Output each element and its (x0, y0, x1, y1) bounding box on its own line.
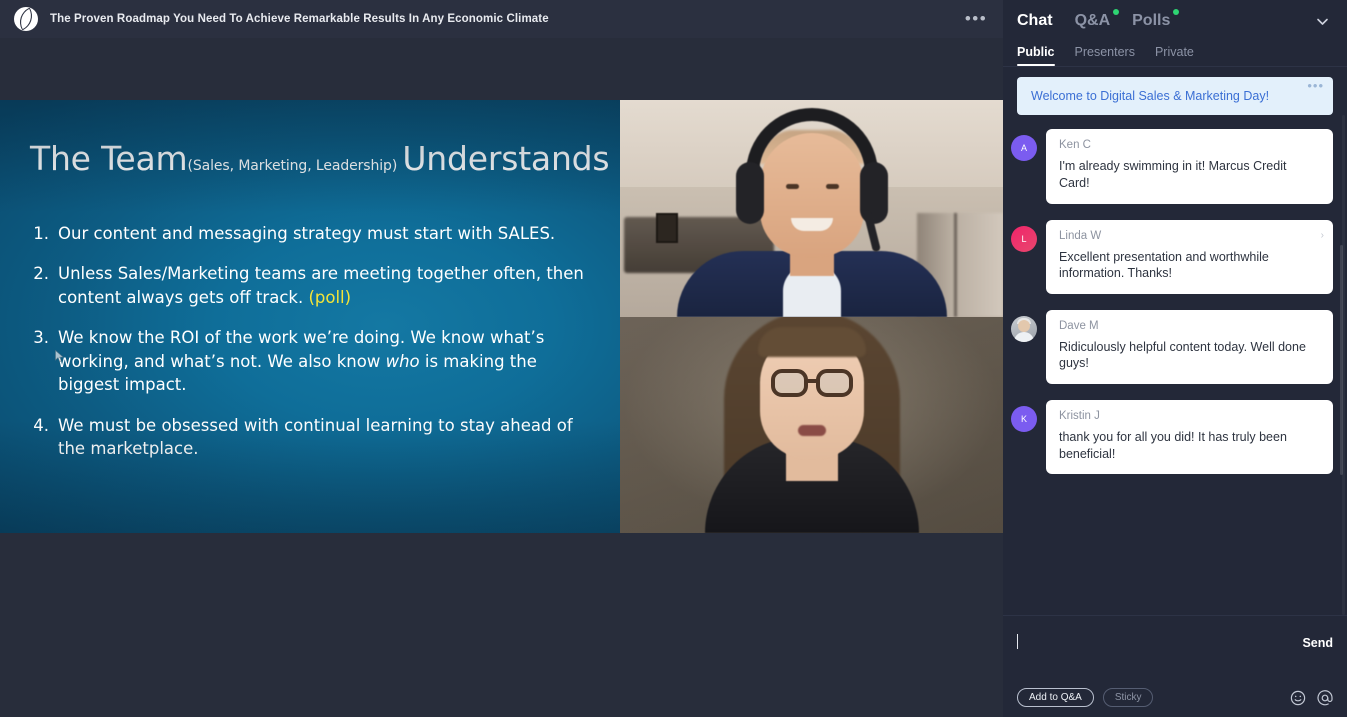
chat-composer: Send Add to Q&A Sticky (1003, 615, 1347, 717)
message-text: thank you for all you did! It has truly … (1059, 430, 1287, 461)
chat-panel: Chat Q&A Polls Public Presenters Private (1003, 0, 1347, 717)
chat-header: Chat Q&A Polls Public Presenters Private (1003, 0, 1347, 66)
sticky-message-menu-icon[interactable]: ••• (1307, 79, 1324, 92)
composer-actions: Add to Q&A Sticky (1017, 688, 1333, 707)
presenter-video-bottom[interactable] (620, 316, 1003, 533)
chat-message: A Ken C I'm already swimming in it! Marc… (1011, 129, 1333, 204)
avatar: A (1011, 135, 1037, 162)
video-door-edge (954, 212, 957, 317)
slide-bullet-text: Unless Sales/Marketing teams are meeting… (58, 262, 594, 309)
slide-bullet-list: 1. Our content and messaging strategy mu… (32, 222, 594, 477)
avatar-initial: K (1020, 414, 1027, 424)
tab-qa[interactable]: Q&A (1074, 9, 1120, 30)
message-bubble[interactable]: Ken C I'm already swimming in it! Marcus… (1046, 129, 1333, 204)
more-options-icon[interactable]: ••• (963, 6, 989, 32)
avatar-photo-head (1018, 319, 1030, 332)
slide-title: The Team(Sales, Marketing, Leadership) U… (30, 139, 610, 178)
message-author: Ken C (1059, 139, 1091, 152)
avatar (1011, 315, 1037, 342)
slide-bullet-3-emphasis: who (385, 351, 420, 371)
slide-title-part1: The Team (30, 139, 188, 178)
qa-notification-dot (1113, 9, 1120, 15)
glasses-lens-right (815, 368, 853, 397)
stage-body: The Team(Sales, Marketing, Leadership) U… (0, 100, 1003, 533)
avatar-photo-body (1014, 331, 1034, 342)
presenter-smile (790, 218, 833, 231)
slide-bullet-text: We know the ROI of the work we’re doing.… (58, 326, 594, 396)
slide-bullet-number: 4. (33, 415, 49, 435)
sticky-message-text: Welcome to Digital Sales & Marketing Day… (1031, 89, 1270, 103)
polls-notification-dot (1173, 9, 1180, 15)
avatar-initial: A (1020, 143, 1027, 154)
presenter-mouth (797, 424, 826, 436)
webinar-app: The Proven Roadmap You Need To Achieve R… (0, 0, 1347, 717)
webinar-title: The Proven Roadmap You Need To Achieve R… (50, 13, 549, 25)
sticky-message[interactable]: Welcome to Digital Sales & Marketing Day… (1017, 77, 1333, 116)
composer-input-row: Send (1017, 630, 1333, 674)
sticky-message-wrapper: Welcome to Digital Sales & Marketing Day… (1003, 67, 1347, 116)
slide-bullet-4: 4. We must be obsessed with continual le… (32, 414, 594, 461)
text-cursor (1017, 634, 1018, 649)
slide-bullet-2: 2. Unless Sales/Marketing teams are meet… (32, 262, 594, 309)
slide-bullet-number: 2. (33, 264, 49, 284)
tab-chat[interactable]: Chat (1017, 12, 1053, 30)
slide-bullet-text: Our content and messaging strategy must … (58, 224, 556, 243)
chat-scrollbar-thumb[interactable] (1340, 245, 1343, 476)
subtab-public[interactable]: Public (1017, 45, 1055, 66)
message-bubble[interactable]: Linda W Excellent presentation and worth… (1046, 219, 1333, 294)
message-bubble[interactable]: Dave M Ridiculously helpful content toda… (1046, 309, 1333, 384)
slide-bullet-1: 1. Our content and messaging strategy mu… (32, 222, 594, 245)
chat-tab-bar: Chat Q&A Polls (1017, 9, 1333, 32)
tab-polls[interactable]: Polls (1132, 9, 1180, 30)
slide-title-part2: (Sales, Marketing, Leadership) (187, 158, 398, 174)
presenter-video-top[interactable] (620, 100, 1003, 317)
message-author: Linda W (1059, 229, 1102, 242)
composer-icon-group (1290, 689, 1333, 706)
chat-message: L Linda W Excellent presentation and wor… (1011, 219, 1333, 294)
slide-bullet-3: 3. We know the ROI of the work we’re doi… (32, 326, 594, 396)
presenter-fringe (757, 326, 866, 357)
glasses-bridge (806, 378, 819, 383)
mention-icon[interactable] (1317, 689, 1333, 706)
top-bar: The Proven Roadmap You Need To Achieve R… (0, 0, 1003, 38)
subtab-private[interactable]: Private (1155, 45, 1194, 66)
avatar: K (1011, 406, 1037, 432)
chat-message-list[interactable]: A Ken C I'm already swimming in it! Marc… (1003, 115, 1347, 615)
webinar-logo-icon (14, 7, 38, 31)
chat-message-input[interactable] (1017, 630, 1290, 674)
message-bubble[interactable]: Kristin J thank you for all you did! It … (1046, 400, 1333, 475)
chat-scrollbar-track[interactable] (1340, 115, 1345, 615)
presentation-slide[interactable]: The Team(Sales, Marketing, Leadership) U… (0, 100, 620, 533)
slide-bullet-text: We must be obsessed with continual learn… (58, 415, 573, 458)
message-menu-icon[interactable]: › (1321, 230, 1324, 241)
video-picture-frame (656, 212, 678, 243)
chat-subtab-bar: Public Presenters Private (1017, 45, 1333, 66)
send-button[interactable]: Send (1302, 630, 1333, 650)
message-author: Dave M (1059, 319, 1099, 332)
tab-polls-label: Polls (1132, 12, 1171, 29)
emoji-icon[interactable] (1290, 690, 1306, 706)
message-author: Kristin J (1059, 410, 1100, 422)
sticky-button[interactable]: Sticky (1102, 688, 1154, 707)
avatar-initial: L (1021, 233, 1027, 244)
subtab-presenters[interactable]: Presenters (1075, 45, 1135, 66)
chat-message: Dave M Ridiculously helpful content toda… (1011, 309, 1333, 384)
tab-qa-label: Q&A (1074, 12, 1111, 29)
chevron-down-icon[interactable] (1311, 10, 1333, 32)
message-text: Excellent presentation and worthwhile in… (1059, 249, 1269, 281)
add-to-qa-button[interactable]: Add to Q&A (1017, 688, 1094, 707)
video-tiles (620, 100, 1003, 533)
chat-message: K Kristin J thank you for all you did! I… (1011, 400, 1333, 475)
headphones-earcup-left (735, 162, 764, 224)
slide-bullet-number: 1. (33, 224, 49, 243)
message-text: Ridiculously helpful content today. Well… (1059, 339, 1306, 371)
slide-title-part3: Understands (402, 139, 610, 178)
message-text: I'm already swimming in it! Marcus Credi… (1059, 159, 1287, 190)
stage-area: The Proven Roadmap You Need To Achieve R… (0, 0, 1003, 717)
avatar: L (1011, 225, 1037, 252)
mouse-cursor-icon (55, 350, 64, 363)
tab-chat-label: Chat (1017, 12, 1053, 29)
glasses-lens-left (770, 368, 808, 397)
slide-poll-highlight: (poll) (308, 287, 352, 307)
